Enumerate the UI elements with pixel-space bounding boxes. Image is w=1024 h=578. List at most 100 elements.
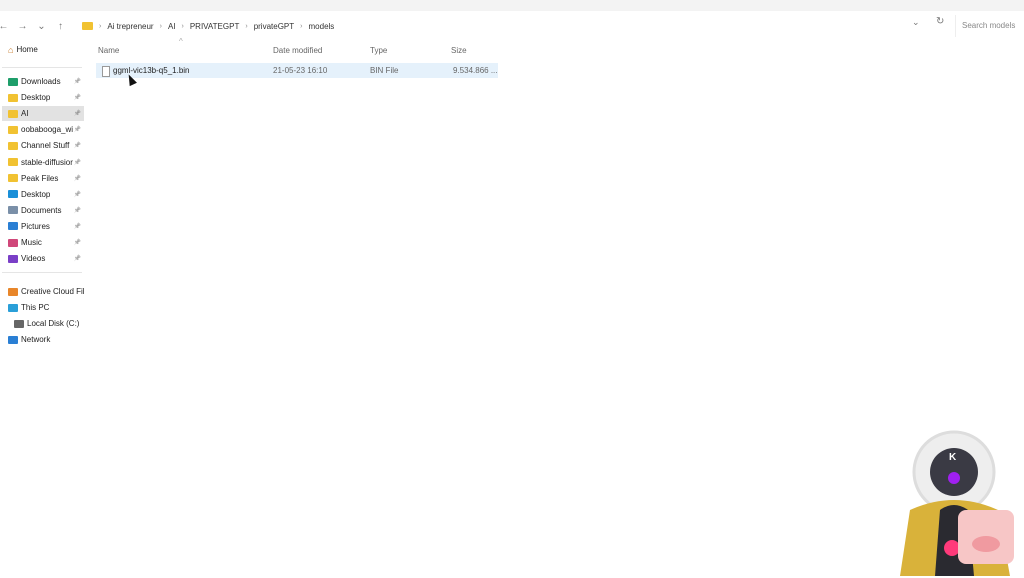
file-date: 21-05-23 16:10 (273, 66, 328, 75)
pin-icon[interactable]: 📌 (74, 78, 81, 85)
navigation-pane: ⌂ Home Downloads 📌 Desktop 📌 AI 📌 oobabooga_wi… (0, 41, 88, 576)
breadcrumb-item[interactable]: models (309, 22, 335, 31)
folder-icon (8, 206, 18, 215)
file-name: ggml-vic13b-q5_1.bin (113, 66, 190, 75)
toolbar: ← → ⌄ ↑ › Ai trepreneur › AI › PRIVATEGP… (0, 11, 1024, 41)
up-button[interactable]: ↑ (51, 21, 70, 32)
pin-icon[interactable]: 📌 (74, 239, 81, 246)
streamer-avatar (900, 430, 1014, 576)
search-input[interactable]: Search models (955, 15, 1024, 37)
title-bar (0, 0, 1024, 11)
sidebar-item-label: Creative Cloud File (21, 287, 84, 296)
pin-icon[interactable]: 📌 (74, 142, 81, 149)
pin-icon[interactable]: 📌 (74, 255, 81, 262)
sidebar-item-label: Local Disk (C:) (27, 319, 80, 329)
back-button[interactable]: ← (0, 21, 13, 32)
column-header-size[interactable]: Size (451, 46, 467, 55)
address-bar[interactable]: › Ai trepreneur › AI › PRIVATEGPT › priv… (78, 15, 908, 37)
folder-icon (8, 222, 18, 231)
breadcrumb-item[interactable]: AI (168, 22, 176, 31)
sidebar-item-label: Videos (21, 254, 46, 264)
sidebar-item[interactable]: Desktop 📌 (2, 187, 84, 202)
folder-icon (8, 303, 18, 312)
pin-icon[interactable]: 📌 (74, 175, 81, 182)
sidebar-item-label: Channel Stuff (21, 141, 70, 151)
sidebar-item[interactable]: Downloads 📌 (2, 74, 84, 89)
file-size: 9.534.866 ... (453, 66, 498, 75)
sidebar-item[interactable]: Creative Cloud File (2, 284, 84, 299)
folder-icon (8, 125, 18, 134)
sidebar-item[interactable]: Videos 📌 (2, 251, 84, 266)
sidebar-item-label: Network (21, 335, 51, 345)
sidebar-item[interactable]: Pictures 📌 (2, 219, 84, 234)
pin-icon[interactable]: 📌 (74, 207, 81, 214)
folder-icon (8, 174, 18, 183)
sidebar-item-label: AI (21, 109, 29, 119)
sort-ascending-icon: ^ (179, 37, 183, 46)
sidebar-item-label: Downloads (21, 77, 61, 86)
sidebar-item-home[interactable]: ⌂ Home (2, 42, 84, 57)
breadcrumb-separator: › (159, 22, 162, 30)
home-icon: ⌂ (8, 44, 14, 55)
sidebar-item[interactable]: oobabooga_wi 📌 (2, 122, 84, 137)
pin-icon[interactable]: 📌 (74, 94, 81, 101)
folder-icon (8, 93, 18, 102)
refresh-icon[interactable]: ↻ (936, 16, 944, 27)
sidebar-item[interactable]: Channel Stuff 📌 (2, 138, 84, 153)
pin-icon[interactable]: 📌 (74, 223, 81, 230)
sidebar-item-label: This PC (21, 303, 50, 313)
sidebar-item-label: Desktop (21, 93, 51, 103)
sidebar-item-label: Music (21, 238, 42, 247)
folder-icon (8, 254, 18, 263)
folder-icon (8, 287, 18, 296)
sidebar-item[interactable]: Local Disk (C:) (2, 316, 84, 331)
sidebar-item[interactable]: Peak Files 📌 (2, 171, 84, 186)
pin-icon[interactable]: 📌 (74, 159, 81, 166)
sidebar-item-label: Peak Files (21, 173, 59, 183)
breadcrumb-item[interactable]: Ai trepreneur (107, 22, 153, 31)
folder-icon (8, 238, 18, 247)
folder-icon (8, 141, 18, 150)
forward-button[interactable]: → (13, 21, 32, 32)
breadcrumb-separator: › (99, 22, 102, 30)
sidebar-item[interactable]: Documents 📌 (2, 203, 84, 218)
sidebar-item[interactable]: Desktop 📌 (2, 90, 84, 105)
breadcrumb-item[interactable]: privateGPT (254, 22, 294, 31)
divider (2, 272, 82, 273)
file-icon (102, 66, 110, 77)
recent-locations-button[interactable]: ⌄ (32, 21, 51, 32)
pin-icon[interactable]: 📌 (74, 191, 81, 198)
sidebar-item-label: Desktop (21, 189, 51, 199)
sidebar-item-label: Pictures (21, 221, 50, 231)
pin-icon[interactable]: 📌 (74, 110, 81, 117)
breadcrumb-separator: › (300, 22, 303, 30)
column-header-type[interactable]: Type (370, 46, 387, 55)
file-row[interactable]: ggml-vic13b-q5_1.bin 21-05-23 16:10 BIN … (96, 63, 498, 78)
pin-icon[interactable]: 📌 (74, 126, 81, 133)
sidebar-item[interactable]: Music 📌 (2, 235, 84, 250)
folder-icon (8, 109, 18, 118)
breadcrumb-separator: › (181, 22, 184, 30)
breadcrumb-item[interactable]: PRIVATEGPT (190, 22, 240, 31)
sidebar-item[interactable]: stable-diffusior 📌 (2, 155, 84, 170)
divider (2, 67, 82, 68)
sidebar-item-label: Home (16, 45, 38, 54)
sidebar-item[interactable]: This PC (2, 300, 84, 315)
breadcrumb-separator: › (245, 22, 248, 30)
folder-icon (8, 335, 18, 344)
address-dropdown-button[interactable]: ⌄ (912, 17, 920, 28)
folder-icon (82, 22, 93, 30)
sidebar-item-label: Documents (21, 205, 62, 215)
file-type: BIN File (370, 66, 399, 75)
sidebar-item-label: oobabooga_wi (21, 125, 74, 135)
sidebar-item[interactable]: Network (2, 332, 84, 347)
sidebar-item-label: stable-diffusior (21, 157, 73, 167)
folder-icon (14, 319, 24, 328)
channel-badge: K (949, 452, 957, 463)
sidebar-item[interactable]: AI 📌 (2, 106, 84, 122)
column-header-name[interactable]: Name (98, 46, 119, 55)
folder-icon (8, 190, 18, 199)
folder-icon (8, 77, 18, 86)
folder-icon (8, 158, 18, 166)
column-header-date[interactable]: Date modified (273, 46, 322, 55)
